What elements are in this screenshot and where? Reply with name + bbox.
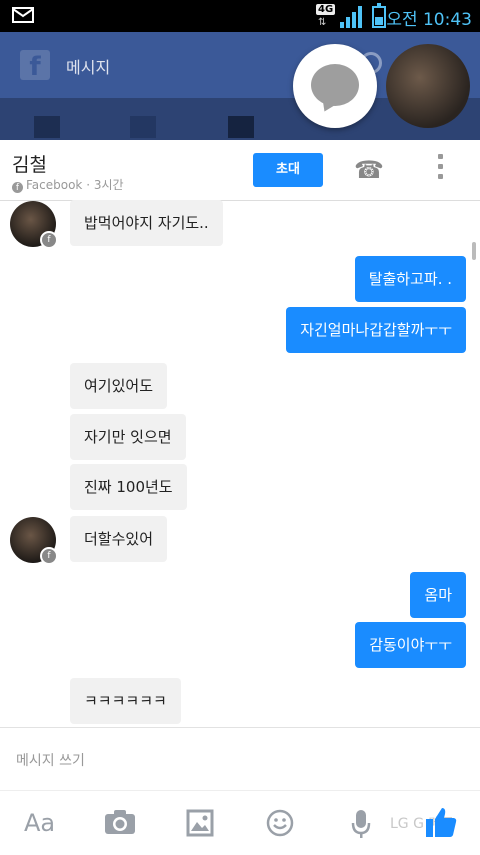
message-outgoing[interactable]: 탈출하고파. . bbox=[354, 256, 466, 302]
message-incoming[interactable]: 밥먹어야지 자기도.. bbox=[70, 200, 223, 246]
facebook-badge-icon: f bbox=[40, 547, 58, 565]
facebook-small-icon: f bbox=[12, 182, 23, 193]
text-format-button[interactable]: Aa bbox=[24, 809, 55, 837]
data-arrows-icon: ⇅ bbox=[318, 17, 327, 28]
message-incoming[interactable]: 진짜 100년도 bbox=[70, 464, 187, 510]
contact-chat-head-avatar[interactable] bbox=[386, 44, 470, 128]
gallery-icon[interactable] bbox=[186, 809, 214, 843]
message-incoming[interactable]: 여기있어도 bbox=[70, 363, 168, 409]
scrollbar[interactable] bbox=[472, 242, 476, 260]
status-bar: 4G ⇅ 오전 10:43 bbox=[0, 0, 480, 32]
messenger-chat-head[interactable] bbox=[293, 44, 377, 128]
facebook-badge-icon: f bbox=[40, 231, 58, 249]
message-composer[interactable]: 메시지 쓰기 bbox=[0, 727, 480, 790]
message-incoming[interactable]: 자기만 잇으면 bbox=[70, 414, 186, 460]
message-outgoing[interactable]: 자긴얼마나갑갑할까ㅜㅜ bbox=[286, 307, 466, 353]
battery-icon bbox=[372, 3, 386, 28]
friends-tab-icon[interactable] bbox=[130, 116, 156, 138]
contact-name: 김철 bbox=[12, 154, 47, 176]
message-incoming[interactable]: 더할수있어 bbox=[70, 516, 168, 562]
composer-toolbar: Aa LG G 메모 bbox=[0, 790, 480, 855]
contact-avatar[interactable]: f bbox=[10, 517, 58, 565]
phone-call-icon[interactable]: ☎ bbox=[354, 156, 384, 184]
mail-icon bbox=[12, 7, 34, 23]
overflow-menu-icon[interactable] bbox=[438, 154, 444, 186]
emoji-icon[interactable] bbox=[266, 809, 294, 843]
network-type: 4G bbox=[316, 4, 336, 15]
contact-source-time: Facebook · 3시간 bbox=[26, 178, 124, 192]
facebook-page-title: 메시지 bbox=[66, 58, 111, 77]
contact-avatar[interactable]: f bbox=[10, 201, 58, 249]
message-outgoing[interactable]: 감동이야ㅜㅜ bbox=[355, 622, 466, 668]
messages-tab-icon[interactable] bbox=[228, 116, 254, 138]
facebook-logo-icon[interactable]: f bbox=[20, 50, 50, 82]
message-input[interactable]: 메시지 쓰기 bbox=[16, 750, 85, 770]
message-incoming[interactable]: ㅋㅋㅋㅋㅋㅋ bbox=[70, 678, 181, 724]
status-time: 오전 10:43 bbox=[386, 10, 472, 30]
signal-icon bbox=[340, 6, 368, 28]
messenger-icon bbox=[311, 64, 359, 106]
message-outgoing[interactable]: 옴마 bbox=[410, 572, 466, 618]
camera-icon[interactable] bbox=[104, 809, 136, 841]
news-feed-tab-icon[interactable] bbox=[34, 116, 60, 138]
invite-button[interactable]: 초대 bbox=[253, 153, 323, 187]
contact-subtitle: f Facebook · 3시간 bbox=[12, 176, 124, 193]
microphone-icon[interactable] bbox=[350, 809, 372, 845]
chat-header: 김철 f Facebook · 3시간 초대 ☎ bbox=[0, 140, 480, 201]
like-thumb-icon[interactable] bbox=[424, 805, 458, 839]
